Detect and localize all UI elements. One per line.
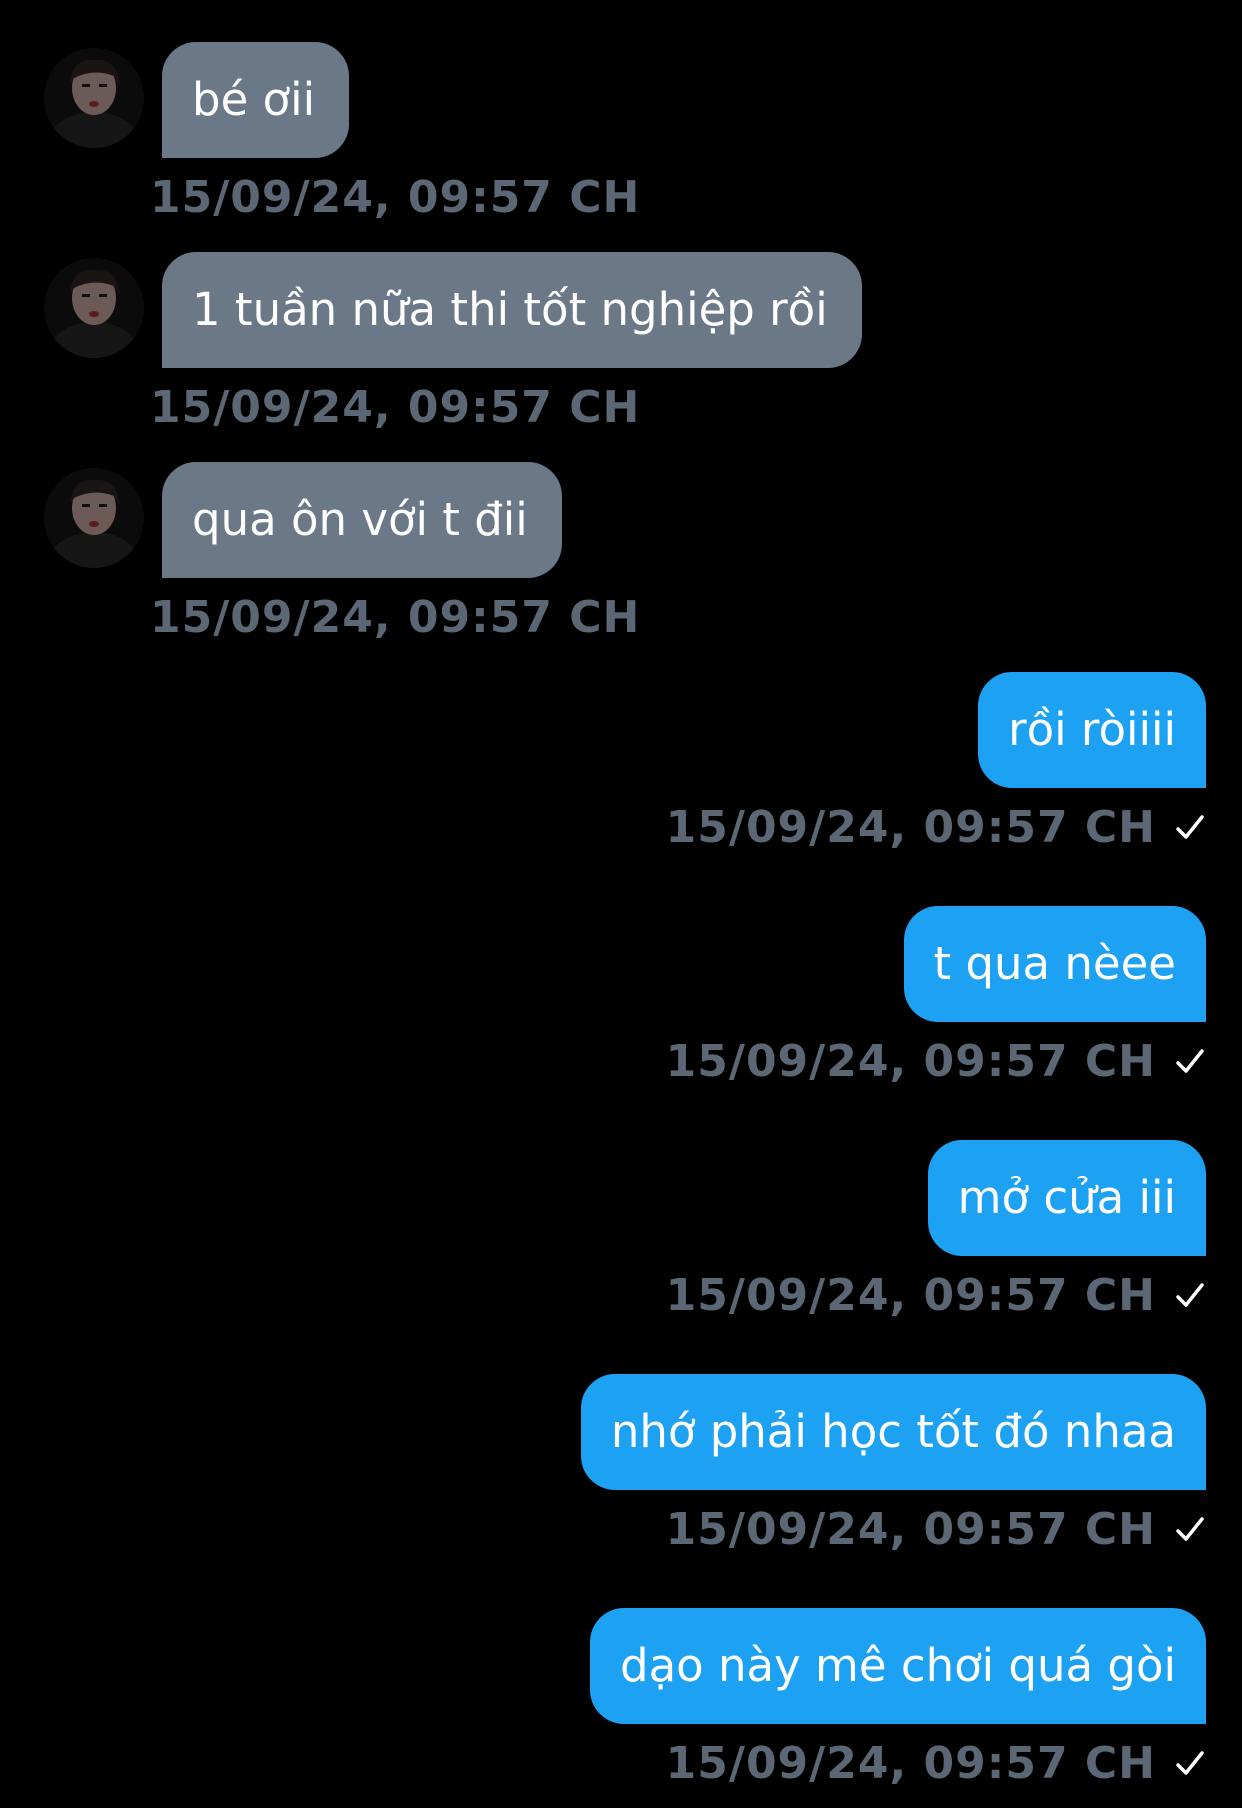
message-meta: 15/09/24, 09:57 CH — [666, 1266, 1206, 1326]
avatar[interactable] — [44, 48, 144, 148]
message-thread: bé ơii 15/09/24, 09:57 CH 1 tuần nữa thi… — [0, 0, 1242, 1808]
check-icon — [1176, 815, 1204, 839]
avatar-photo-icon — [44, 48, 144, 148]
message-timestamp: 15/09/24, 09:57 CH — [150, 382, 641, 433]
avatar-photo-icon — [44, 258, 144, 358]
message-timestamp: 15/09/24, 09:57 CH — [665, 1738, 1156, 1789]
outgoing-message-bubble[interactable]: nhớ phải học tốt đó nhaa — [580, 1374, 1206, 1490]
message-timestamp: 15/09/24, 09:57 CH — [665, 1270, 1156, 1321]
message-timestamp: 15/09/24, 09:57 CH — [665, 1036, 1156, 1087]
message-timestamp: 15/09/24, 09:57 CH — [150, 172, 641, 223]
check-icon — [1176, 1751, 1204, 1775]
check-icon — [1176, 1049, 1204, 1073]
avatar-photo-icon — [44, 468, 144, 568]
message-meta: 15/09/24, 09:57 CH — [666, 1032, 1206, 1092]
message-meta: 15/09/24, 09:57 CH — [666, 1734, 1206, 1794]
check-icon — [1176, 1517, 1204, 1541]
message-timestamp: 15/09/24, 09:57 CH — [665, 802, 1156, 853]
message-meta: 15/09/24, 09:57 CH — [666, 798, 1206, 858]
message-timestamp: 15/09/24, 09:57 CH — [150, 592, 641, 643]
message-meta: 15/09/24, 09:57 CH — [666, 1500, 1206, 1560]
incoming-message-bubble[interactable]: bé ơii — [162, 42, 350, 158]
outgoing-message-bubble[interactable]: t qua nèee — [903, 906, 1206, 1022]
avatar[interactable] — [44, 258, 144, 358]
check-icon — [1176, 1283, 1204, 1307]
outgoing-message-bubble[interactable]: dạo này mê chơi quá gòi — [590, 1608, 1206, 1724]
outgoing-message-bubble[interactable]: mở cửa iii — [927, 1140, 1206, 1256]
incoming-message-bubble[interactable]: qua ôn với t đii — [162, 462, 562, 578]
incoming-message-bubble[interactable]: 1 tuần nữa thi tốt nghiệp rồi — [162, 252, 862, 368]
outgoing-message-bubble[interactable]: rồi ròiiii — [978, 672, 1206, 788]
message-timestamp: 15/09/24, 09:57 CH — [665, 1504, 1156, 1555]
avatar[interactable] — [44, 468, 144, 568]
